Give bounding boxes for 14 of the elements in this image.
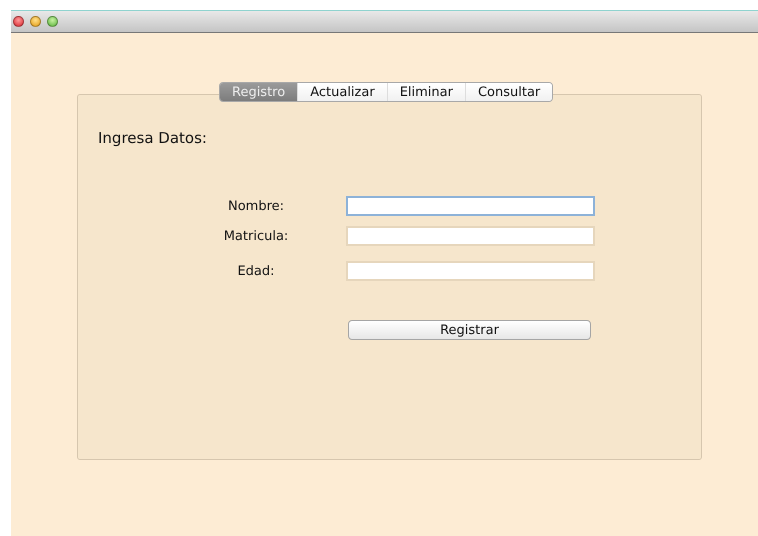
close-button[interactable]: [13, 16, 24, 27]
tab[interactable]: Eliminar: [386, 83, 465, 101]
field-label: Edad:: [236, 264, 276, 278]
input-field[interactable]: [346, 261, 595, 281]
tab[interactable]: Consultar: [464, 83, 552, 101]
section-heading: Ingresa Datos:: [98, 129, 207, 147]
field-label: Nombre:: [226, 198, 286, 214]
tab[interactable]: Actualizar: [297, 83, 387, 101]
input-field[interactable]: [346, 196, 595, 216]
register-button[interactable]: Registrar: [348, 320, 591, 340]
input-field[interactable]: [346, 226, 595, 246]
zoom-button[interactable]: [47, 16, 58, 27]
minimize-button[interactable]: [30, 16, 41, 27]
field-label: Matricula:: [222, 228, 290, 244]
